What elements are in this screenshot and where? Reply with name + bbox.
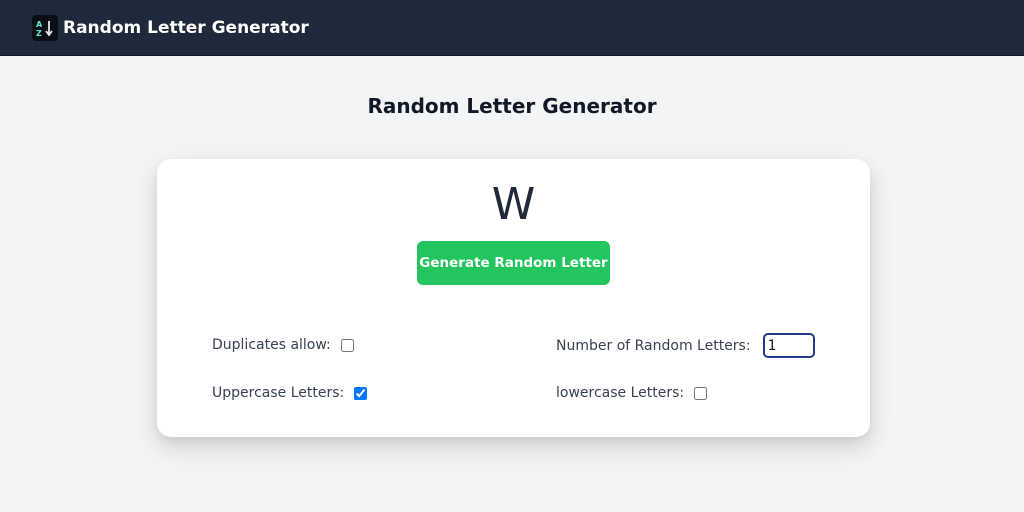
- generator-card: W Generate Random Letter Duplicates allo…: [157, 159, 870, 437]
- lowercase-checkbox[interactable]: [694, 386, 708, 400]
- page-title: Random Letter Generator: [367, 94, 657, 118]
- duplicates-label: Duplicates allow:: [212, 337, 331, 353]
- uppercase-checkbox[interactable]: [354, 386, 368, 400]
- sort-alpha-icon[interactable]: A Z: [32, 14, 58, 41]
- navbar: A Z Random Letter Generator: [0, 0, 1024, 56]
- number-input[interactable]: [762, 333, 815, 358]
- duplicates-checkbox[interactable]: [340, 338, 354, 352]
- uppercase-option: Uppercase Letters:: [212, 385, 368, 401]
- uppercase-label: Uppercase Letters:: [212, 385, 345, 401]
- result-letter: W: [491, 179, 536, 230]
- svg-text:Z: Z: [36, 29, 42, 38]
- number-option: Number of Random Letters:: [556, 333, 815, 358]
- number-label: Number of Random Letters:: [556, 337, 751, 354]
- brand-title[interactable]: Random Letter Generator: [63, 18, 309, 38]
- duplicates-option: Duplicates allow:: [212, 337, 354, 353]
- lowercase-option: lowercase Letters:: [556, 385, 708, 401]
- generate-button[interactable]: Generate Random Letter: [417, 241, 610, 285]
- lowercase-label: lowercase Letters:: [556, 385, 685, 401]
- svg-text:A: A: [36, 20, 43, 29]
